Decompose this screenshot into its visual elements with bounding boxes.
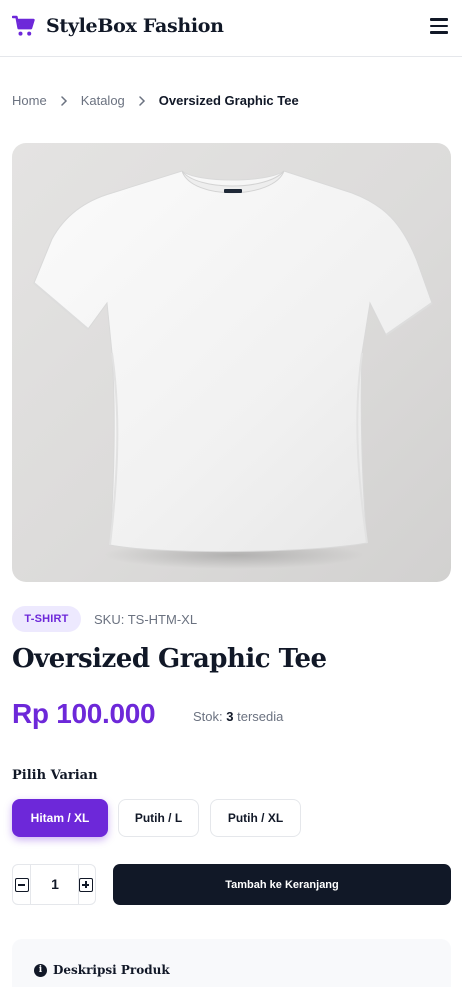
stock-count: 3 [226,709,234,724]
quantity-input[interactable] [31,865,79,904]
stock-suffix: tersedia [237,709,284,724]
add-to-cart-button[interactable]: Tambah ke Keranjang [113,864,451,905]
breadcrumb-home-link[interactable]: Home [12,93,47,108]
breadcrumb-current: Oversized Graphic Tee [158,93,299,108]
minus-icon[interactable] [15,878,29,892]
variant-option-putih-l[interactable]: Putih / L [118,799,199,837]
app-header: StyleBox Fashion [0,0,462,57]
breadcrumb-katalog-link[interactable]: Katalog [81,93,125,108]
description-card: i Deskripsi Produk [12,939,451,987]
info-icon: i [34,963,47,977]
quantity-stepper [12,864,96,905]
tshirt-image [33,170,433,569]
description-title: Deskripsi Produk [53,963,170,977]
stock-label: Stok: [193,709,223,724]
shopping-cart-icon [12,15,35,36]
stock-info: Stok: 3 tersedia [193,709,283,724]
brand-name: StyleBox Fashion [46,15,224,37]
product-title: Oversized Graphic Tee [12,644,327,674]
variant-option-hitam-xl[interactable]: Hitam / XL [12,799,108,837]
category-badge: T-SHIRT [12,606,81,632]
breadcrumb: Home Katalog Oversized Graphic Tee [12,93,299,108]
brand-logo[interactable]: StyleBox Fashion [12,14,224,38]
hamburger-menu-icon[interactable] [430,18,448,34]
chevron-right-icon [131,94,153,108]
variant-option-putih-xl[interactable]: Putih / XL [210,799,301,837]
product-price: Rp 100.000 [12,698,156,729]
description-header[interactable]: i Deskripsi Produk [34,963,170,977]
variant-label: Pilih Varian [12,768,98,783]
product-sku: SKU: TS-HTM-XL [94,612,198,627]
product-image [12,143,451,582]
plus-icon[interactable] [79,878,93,892]
chevron-right-icon [53,94,75,108]
